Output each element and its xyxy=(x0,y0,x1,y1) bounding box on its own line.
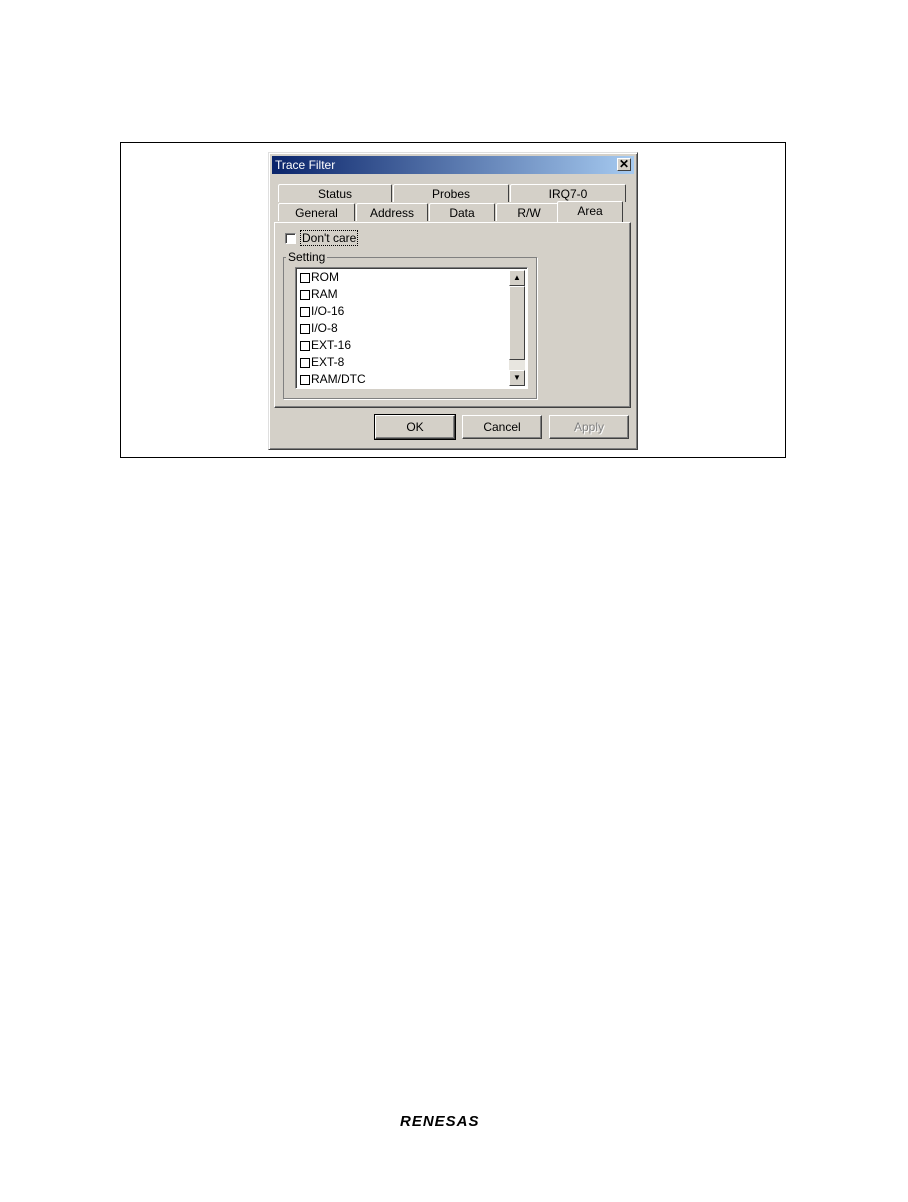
list-item-ram-dtc[interactable]: RAM/DTC xyxy=(300,371,366,388)
tab-status[interactable]: Status xyxy=(278,184,392,202)
list-item-label: EXT-8 xyxy=(311,355,345,369)
tab-r-w[interactable]: R/W xyxy=(496,203,562,221)
tab-data[interactable]: Data xyxy=(429,203,495,221)
list-item-rom[interactable]: ROM xyxy=(300,269,339,286)
listbox-scrollbar[interactable]: ▲ ▼ xyxy=(509,270,525,386)
trace-filter-dialog: Trace Filter ✕ Status Probes IRQ7-0 Gene… xyxy=(268,152,638,450)
list-item-ext-8[interactable]: EXT-8 xyxy=(300,354,344,371)
area-listbox[interactable]: ROM RAM I/O-16 I/O-8 EXT-16 EXT-8 RAM/DT… xyxy=(295,267,528,389)
checkbox[interactable] xyxy=(300,289,310,300)
dont-care-checkbox[interactable]: Don't care xyxy=(285,230,359,246)
list-item-label: ROM xyxy=(311,270,339,284)
tab-probes[interactable]: Probes xyxy=(393,184,509,202)
checkbox[interactable] xyxy=(300,357,310,368)
scroll-up-button[interactable]: ▲ xyxy=(509,270,525,286)
close-button[interactable]: ✕ xyxy=(617,158,631,171)
list-item-label: I/O-16 xyxy=(311,304,345,318)
tab-address[interactable]: Address xyxy=(356,203,428,221)
scroll-thumb[interactable] xyxy=(509,286,525,360)
tab-general[interactable]: General xyxy=(278,203,355,221)
checkbox[interactable] xyxy=(300,340,310,351)
list-item-ext-16[interactable]: EXT-16 xyxy=(300,337,351,354)
list-item-io-8[interactable]: I/O-8 xyxy=(300,320,338,337)
list-item-ram[interactable]: RAM xyxy=(300,286,338,303)
tab-irq7-0[interactable]: IRQ7-0 xyxy=(510,184,626,202)
cancel-button[interactable]: Cancel xyxy=(462,415,542,439)
arrow-down-icon: ▼ xyxy=(513,373,521,382)
list-item-label: RAM xyxy=(311,287,338,301)
scroll-down-button[interactable]: ▼ xyxy=(509,370,525,386)
checkbox[interactable] xyxy=(300,374,310,385)
checkbox[interactable] xyxy=(300,306,310,317)
apply-button[interactable]: Apply xyxy=(549,415,629,439)
checkbox[interactable] xyxy=(300,272,310,283)
list-item-io-16[interactable]: I/O-16 xyxy=(300,303,344,320)
dialog-title: Trace Filter xyxy=(275,158,336,172)
list-item-label: EXT-16 xyxy=(311,338,352,352)
checkbox[interactable] xyxy=(300,323,310,334)
dont-care-check-box[interactable] xyxy=(285,233,296,245)
renesas-logo: RENESAS xyxy=(400,1113,480,1130)
tab-area[interactable]: Area xyxy=(557,201,623,222)
dont-care-label: Don't care xyxy=(300,230,359,246)
arrow-up-icon: ▲ xyxy=(513,273,521,282)
dialog-titlebar: Trace Filter ✕ xyxy=(272,156,634,174)
ok-button[interactable]: OK xyxy=(374,414,456,440)
close-icon: ✕ xyxy=(618,157,630,171)
list-item-label: I/O-8 xyxy=(311,321,338,335)
list-item-label: RAM/DTC xyxy=(311,372,366,386)
setting-group-label: Setting xyxy=(286,250,328,264)
